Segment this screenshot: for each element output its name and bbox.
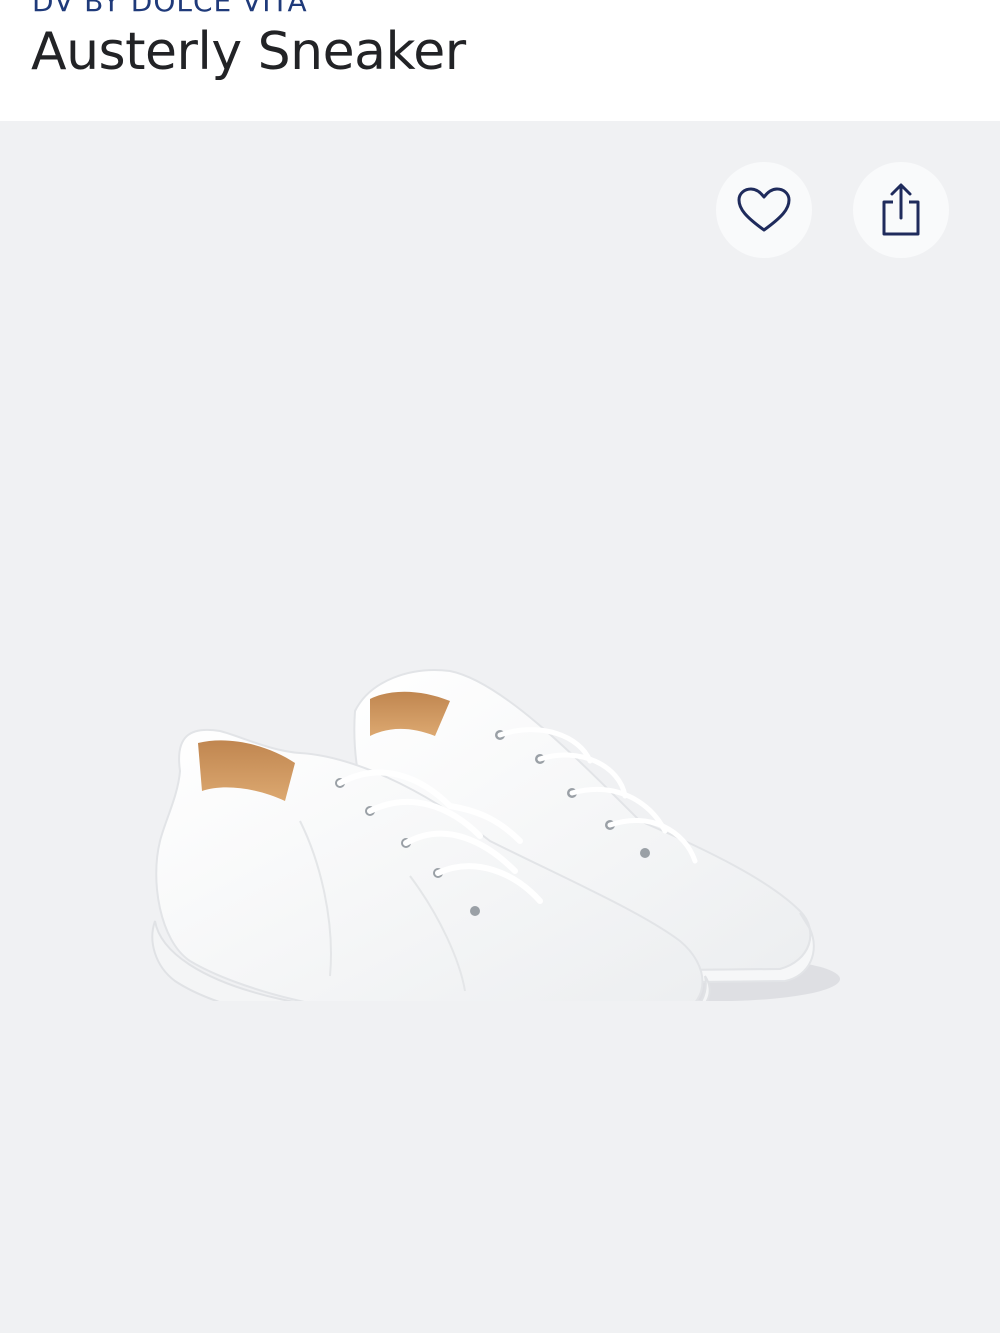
heart-icon bbox=[736, 186, 792, 234]
product-title: Austerly Sneaker bbox=[31, 22, 466, 82]
sneaker-image bbox=[151, 669, 840, 1001]
product-header: DV BY DOLCE VITA Austerly Sneaker bbox=[0, 0, 1000, 121]
brand-name[interactable]: DV BY DOLCE VITA bbox=[32, 0, 308, 18]
favorite-button[interactable] bbox=[716, 162, 812, 258]
share-icon bbox=[879, 182, 923, 238]
product-image-gallery[interactable] bbox=[0, 121, 1000, 1333]
share-button[interactable] bbox=[853, 162, 949, 258]
